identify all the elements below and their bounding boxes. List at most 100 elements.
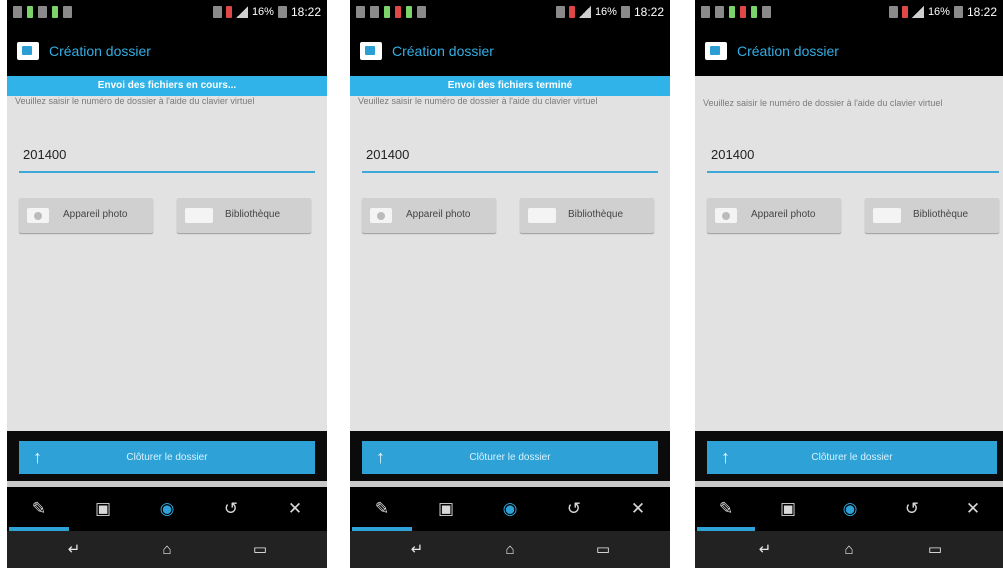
close-folder-button[interactable]: ↑ Clôturer le dossier <box>362 441 658 474</box>
home-icon: ⌂ <box>162 541 172 558</box>
notification-icon <box>417 6 426 18</box>
pencil-icon: ✎ <box>374 499 390 518</box>
recent-apps-button[interactable]: ▭ <box>905 531 965 568</box>
back-button[interactable]: ↵ <box>44 531 104 568</box>
home-icon: ⌂ <box>505 541 515 558</box>
tab-history[interactable]: ↺ <box>881 487 943 531</box>
library-button[interactable]: Bibliothèque <box>520 198 654 233</box>
battery-text: 16% <box>927 6 950 18</box>
tab-history[interactable]: ↺ <box>542 487 606 531</box>
phone-screen-3: 16% 18:22 Création dossier Veuillez sais… <box>695 0 1003 568</box>
tab-camera[interactable]: ◉ <box>819 487 881 531</box>
home-button[interactable]: ⌂ <box>819 531 879 568</box>
tab-tools[interactable]: ✕ <box>263 487 327 531</box>
signal-icon <box>578 6 591 18</box>
notification-icon <box>701 6 710 18</box>
library-icon <box>873 208 901 223</box>
close-folder-button[interactable]: ↑ Clôturer le dossier <box>707 441 997 474</box>
action-bar: Création dossier <box>7 26 327 76</box>
back-button[interactable]: ↵ <box>735 531 795 568</box>
status-indicators: 16% 18:22 <box>212 5 321 19</box>
tab-camera[interactable]: ◉ <box>135 487 199 531</box>
tab-tools[interactable]: ✕ <box>606 487 670 531</box>
camera-icon: ◉ <box>502 499 518 518</box>
tab-bar: ✎ ▣ ◉ ↺ ✕ <box>7 487 327 531</box>
camera-icon <box>27 208 49 223</box>
recent-apps-button[interactable]: ▭ <box>230 531 290 568</box>
home-button[interactable]: ⌂ <box>480 531 540 568</box>
library-button[interactable]: Bibliothèque <box>865 198 999 233</box>
close-folder-label: Clôturer le dossier <box>811 452 893 463</box>
tab-edit[interactable]: ✎ <box>7 487 71 531</box>
camera-icon: ◉ <box>159 499 175 518</box>
notification-icons <box>356 6 426 18</box>
pencil-icon: ✎ <box>718 499 734 518</box>
back-icon: ↵ <box>410 541 424 558</box>
folder-number-input[interactable] <box>366 147 656 162</box>
battery-text: 16% <box>594 6 617 18</box>
folder-app-icon[interactable] <box>705 42 727 60</box>
folder-number-field[interactable] <box>707 145 999 173</box>
tab-tools[interactable]: ✕ <box>943 487 1003 531</box>
notification-icon <box>395 6 401 18</box>
action-bar: Création dossier <box>695 26 1003 76</box>
bottom-action-bar: ↑ Clôturer le dossier <box>695 431 1003 481</box>
clock: 18:22 <box>633 5 664 19</box>
recent-apps-button[interactable]: ▭ <box>573 531 633 568</box>
folder-number-input[interactable] <box>23 147 313 162</box>
battery-icon <box>277 6 287 18</box>
status-indicators: 16% 18:22 <box>888 5 997 19</box>
tab-gallery[interactable]: ▣ <box>757 487 819 531</box>
bottom-action-bar: ↑ Clôturer le dossier <box>350 431 670 481</box>
notification-icon <box>729 6 735 18</box>
action-bar: Création dossier <box>350 26 670 76</box>
tab-gallery[interactable]: ▣ <box>414 487 478 531</box>
camera-icon <box>370 208 392 223</box>
folder-number-input[interactable] <box>711 147 997 162</box>
tab-gallery[interactable]: ▣ <box>71 487 135 531</box>
image-icon: ▣ <box>437 499 455 518</box>
library-button-label: Bibliothèque <box>568 209 624 220</box>
notification-icon <box>406 6 412 18</box>
tab-edit[interactable]: ✎ <box>695 487 757 531</box>
tab-history[interactable]: ↺ <box>199 487 263 531</box>
nfc-icon <box>555 6 565 18</box>
camera-button[interactable]: Appareil photo <box>707 198 841 233</box>
notification-icon <box>63 6 72 18</box>
notification-icon <box>27 6 33 18</box>
close-folder-label: Clôturer le dossier <box>126 452 208 463</box>
camera-button[interactable]: Appareil photo <box>362 198 496 233</box>
tools-icon: ✕ <box>965 499 981 518</box>
history-icon: ↺ <box>904 499 920 518</box>
notification-icon <box>52 6 58 18</box>
notification-icon <box>38 6 47 18</box>
home-icon: ⌂ <box>844 541 854 558</box>
folder-number-field[interactable] <box>19 145 315 173</box>
recent-apps-icon: ▭ <box>252 541 268 558</box>
tab-camera[interactable]: ◉ <box>478 487 542 531</box>
status-bar: 16% 18:22 <box>695 0 1003 26</box>
notification-icon <box>356 6 365 18</box>
sync-icon <box>901 6 908 18</box>
folder-number-field[interactable] <box>362 145 658 173</box>
home-button[interactable]: ⌂ <box>137 531 197 568</box>
camera-button[interactable]: Appareil photo <box>19 198 153 233</box>
image-icon: ▣ <box>94 499 112 518</box>
tab-edit[interactable]: ✎ <box>350 487 414 531</box>
tools-icon: ✕ <box>287 499 303 518</box>
tab-bar: ✎ ▣ ◉ ↺ ✕ <box>350 487 670 531</box>
signal-icon <box>235 6 248 18</box>
library-button-label: Bibliothèque <box>225 209 281 220</box>
tab-bar: ✎ ▣ ◉ ↺ ✕ <box>695 487 1003 531</box>
instruction-text: Veuillez saisir le numéro de dossier à l… <box>15 96 255 106</box>
back-button[interactable]: ↵ <box>387 531 447 568</box>
library-button[interactable]: Bibliothèque <box>177 198 311 233</box>
notification-icon <box>384 6 390 18</box>
notification-icon <box>370 6 379 18</box>
camera-button-label: Appareil photo <box>63 209 128 220</box>
close-folder-button[interactable]: ↑ Clôturer le dossier <box>19 441 315 474</box>
app-title: Création dossier <box>49 43 151 59</box>
folder-app-icon[interactable] <box>17 42 39 60</box>
folder-app-icon[interactable] <box>360 42 382 60</box>
nfc-icon <box>212 6 222 18</box>
